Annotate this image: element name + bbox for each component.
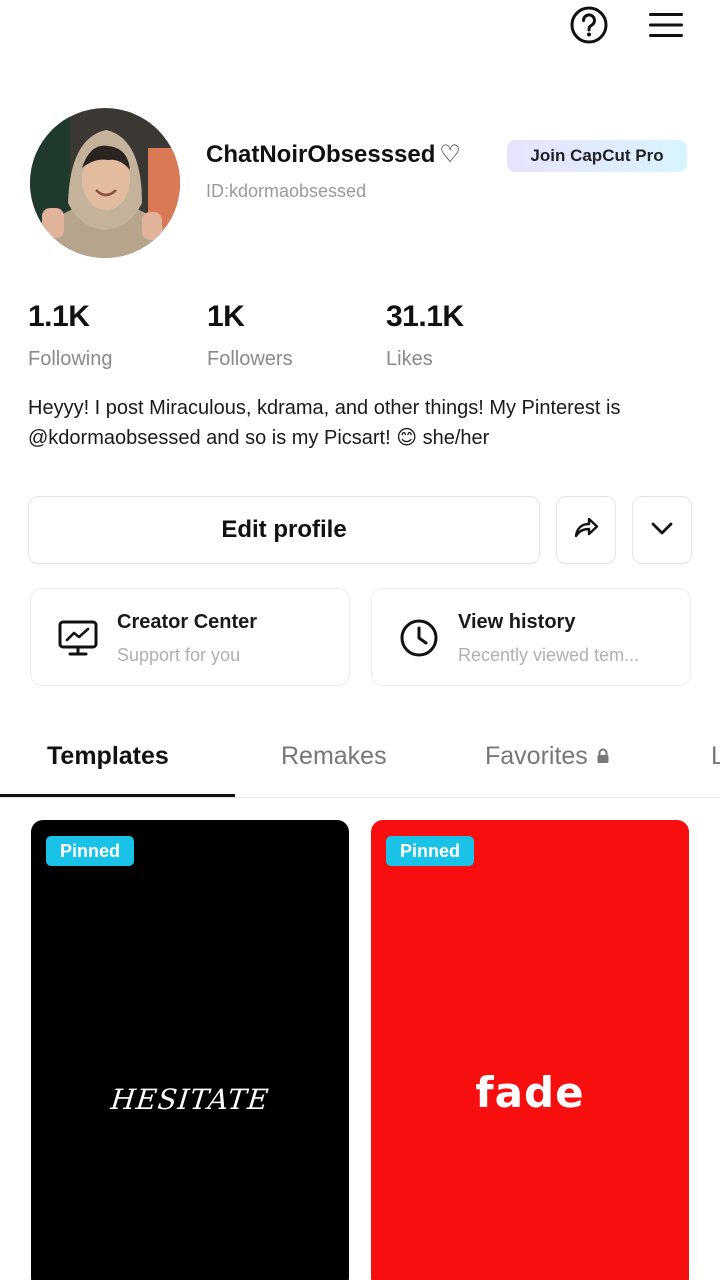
view-history-title: View history [458, 611, 576, 633]
top-bar [0, 0, 720, 60]
following-count: 1.1K [28, 300, 90, 333]
username: ChatNoirObsesssed ♡ [206, 140, 461, 169]
active-tab-indicator [0, 794, 235, 797]
join-pro-button[interactable]: Join CapCut Pro [507, 140, 687, 172]
tab-favorites-label: Favorites [485, 742, 588, 770]
likes-count: 31.1K [386, 300, 464, 333]
stat-likes[interactable]: 31.1K Likes [386, 300, 464, 371]
template-tile[interactable]: Pinned fade [371, 820, 689, 1280]
tab-templates[interactable]: Templates [47, 742, 169, 771]
creator-center-card[interactable]: Creator Center Support for you [30, 588, 350, 686]
view-history-subtitle: Recently viewed tem... [458, 645, 640, 665]
view-history-card[interactable]: View history Recently viewed tem... [371, 588, 691, 686]
template-title: fade [475, 1068, 585, 1117]
clock-icon [396, 617, 442, 659]
pinned-badge: Pinned [46, 836, 135, 866]
hamburger-menu-icon[interactable] [645, 4, 687, 46]
likes-label: Likes [386, 348, 433, 370]
help-circle-icon[interactable] [568, 4, 610, 46]
following-label: Following [28, 348, 113, 370]
template-title: HESITATE [109, 1083, 271, 1116]
monitor-chart-icon [55, 617, 101, 659]
edit-profile-button[interactable]: Edit profile [28, 496, 540, 564]
followers-count: 1K [207, 300, 245, 333]
creator-center-title: Creator Center [117, 611, 258, 633]
share-button[interactable] [556, 496, 616, 564]
profile-bio: Heyyy! I post Miraculous, kdrama, and ot… [28, 397, 621, 449]
username-text: ChatNoirObsesssed [206, 140, 436, 168]
tab-likes-partial[interactable]: L [711, 742, 720, 771]
pinned-badge: Pinned [386, 836, 475, 866]
content-tabs: Templates Remakes Favorites L [0, 720, 720, 798]
chevron-down-icon [649, 515, 675, 546]
lock-icon [596, 742, 610, 771]
creator-center-subtitle: Support for you [117, 645, 241, 665]
stat-followers[interactable]: 1K Followers [207, 300, 293, 371]
avatar[interactable] [30, 108, 180, 258]
stat-following[interactable]: 1.1K Following [28, 300, 112, 371]
heart-icon: ♡ [439, 141, 461, 168]
followers-label: Followers [207, 348, 293, 370]
more-button[interactable] [632, 496, 692, 564]
template-tile[interactable]: Pinned HESITATE [31, 820, 349, 1280]
share-arrow-icon [572, 514, 600, 547]
tab-favorites[interactable]: Favorites [485, 742, 610, 771]
tab-remakes[interactable]: Remakes [281, 742, 387, 771]
user-id: ID:kdormaobsessed [206, 181, 367, 201]
